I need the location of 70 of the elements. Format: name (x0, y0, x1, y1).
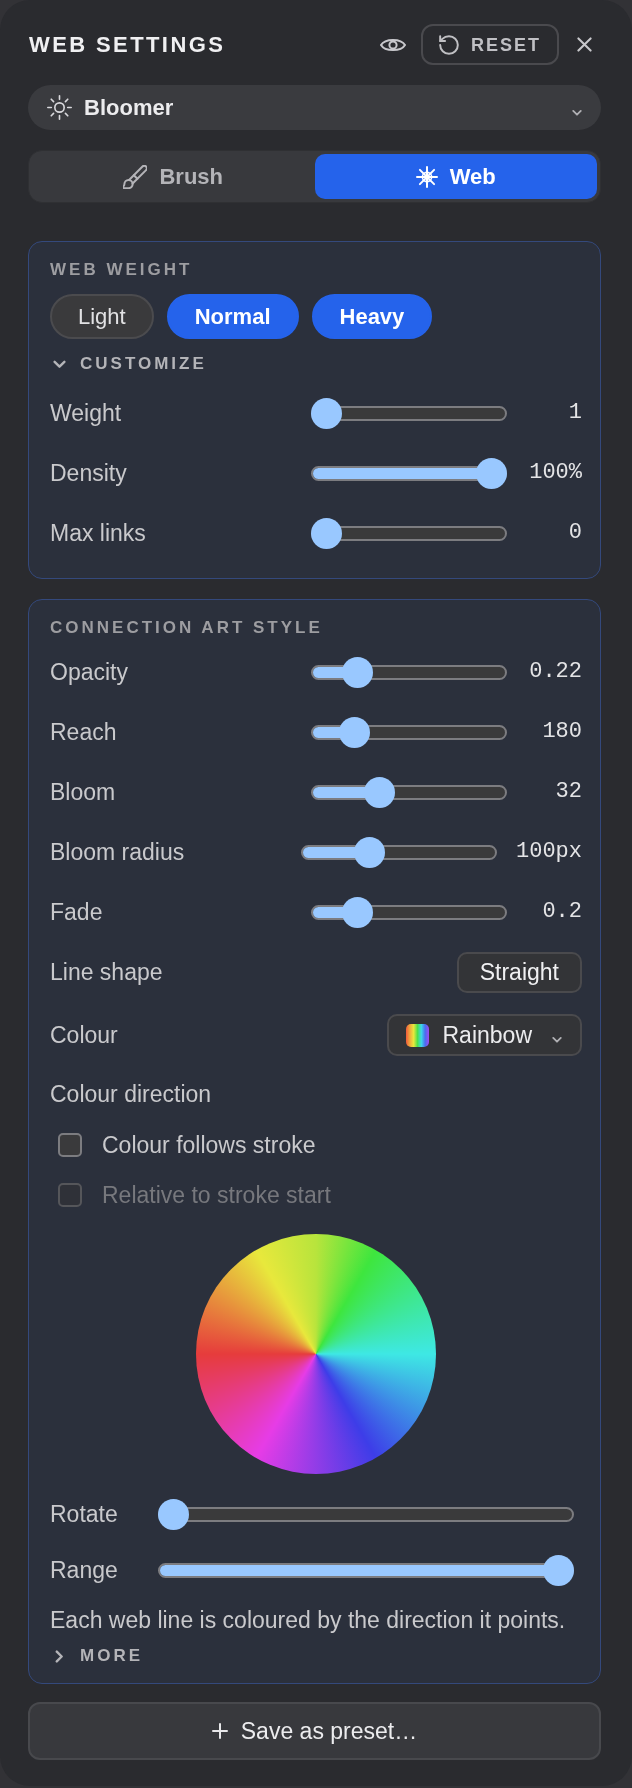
slider-label: Range (50, 1556, 118, 1584)
slider-thumb[interactable] (353, 836, 385, 868)
chevron-right-icon (53, 1649, 66, 1663)
weight-pill[interactable]: Light (50, 294, 154, 339)
slider-track[interactable] (158, 1554, 574, 1586)
chevron-down-icon (552, 1035, 562, 1045)
slider-value: 0.2 (541, 898, 582, 926)
slider-label: Density (50, 459, 127, 487)
slider-label: Fade (50, 898, 103, 926)
setting-label: Colour (50, 1021, 118, 1049)
preset-dropdown[interactable]: Bloomer (28, 85, 601, 130)
setting-label: Colour direction (50, 1080, 212, 1108)
section-heading: CONNECTION ART STYLE (50, 618, 323, 638)
save-preset-button[interactable]: Save as preset… (28, 1702, 601, 1760)
weight-pill[interactable]: Heavy (311, 294, 433, 339)
paintbrush-icon (123, 164, 148, 189)
slider-track[interactable] (301, 836, 497, 868)
slider-track[interactable] (311, 896, 507, 928)
slider-label: Rotate (50, 1500, 118, 1528)
slider-label: Reach (50, 718, 117, 746)
slider-thumb[interactable] (339, 716, 371, 748)
chevron-down-icon (572, 107, 582, 118)
slider-track[interactable] (311, 716, 507, 748)
slider-track[interactable] (311, 457, 507, 489)
checkbox-label: Colour follows stroke (102, 1131, 316, 1159)
plus-icon (211, 1723, 228, 1739)
spider-web-icon (415, 165, 438, 188)
slider-label: Opacity (50, 658, 128, 686)
slider-thumb[interactable] (543, 1554, 574, 1586)
checkbox[interactable] (58, 1133, 82, 1157)
section-toggle[interactable]: CUSTOMIZE (50, 352, 207, 376)
slider-value: 0.22 (528, 658, 582, 686)
setting-label: Line shape (50, 958, 163, 986)
slider-label: Max links (50, 519, 146, 547)
line-shape-button[interactable]: Straight (456, 951, 582, 993)
section-toggle[interactable]: MORE (50, 1644, 143, 1668)
slider-value: 0 (567, 519, 582, 547)
reset-icon (439, 34, 459, 55)
slider-label: Weight (50, 399, 122, 427)
description-text: Each web line is coloured by the direction it points. (50, 1606, 566, 1634)
slider-value: 100% (528, 459, 582, 487)
panel-title: WEB SETTINGS (29, 31, 226, 58)
reset-button[interactable]: RESET (421, 24, 559, 65)
slider-value: 100px (516, 838, 582, 866)
slider-thumb[interactable] (158, 1498, 189, 1530)
slider-label: Bloom (50, 778, 116, 806)
slider-value: 1 (567, 399, 582, 427)
slider-thumb[interactable] (476, 457, 507, 489)
slider-label: Bloom radius (50, 838, 185, 866)
slider-track[interactable] (311, 517, 507, 549)
slider-track[interactable] (311, 776, 507, 808)
slider-thumb[interactable] (342, 656, 374, 688)
slider-value: 32 (554, 778, 582, 806)
colour-dropdown[interactable]: Rainbow (386, 1014, 582, 1056)
close-icon[interactable] (577, 37, 592, 52)
mode-tab[interactable]: Web (314, 154, 597, 199)
slider-track[interactable] (158, 1498, 574, 1530)
mode-tab[interactable]: Brush (32, 154, 315, 199)
slider-thumb[interactable] (311, 517, 342, 549)
slider-track[interactable] (311, 656, 507, 688)
slider-track[interactable] (311, 397, 507, 429)
slider-value: 180 (541, 718, 582, 746)
slider-thumb[interactable] (311, 397, 342, 429)
slider-thumb[interactable] (363, 776, 395, 808)
weight-pill[interactable]: Normal (166, 294, 299, 339)
slider-thumb[interactable] (342, 896, 374, 928)
sun-icon (47, 95, 72, 120)
section-heading: WEB WEIGHT (50, 260, 193, 280)
rainbow-swatch-icon (405, 1023, 429, 1047)
checkbox-label: Relative to stroke start (102, 1181, 331, 1209)
